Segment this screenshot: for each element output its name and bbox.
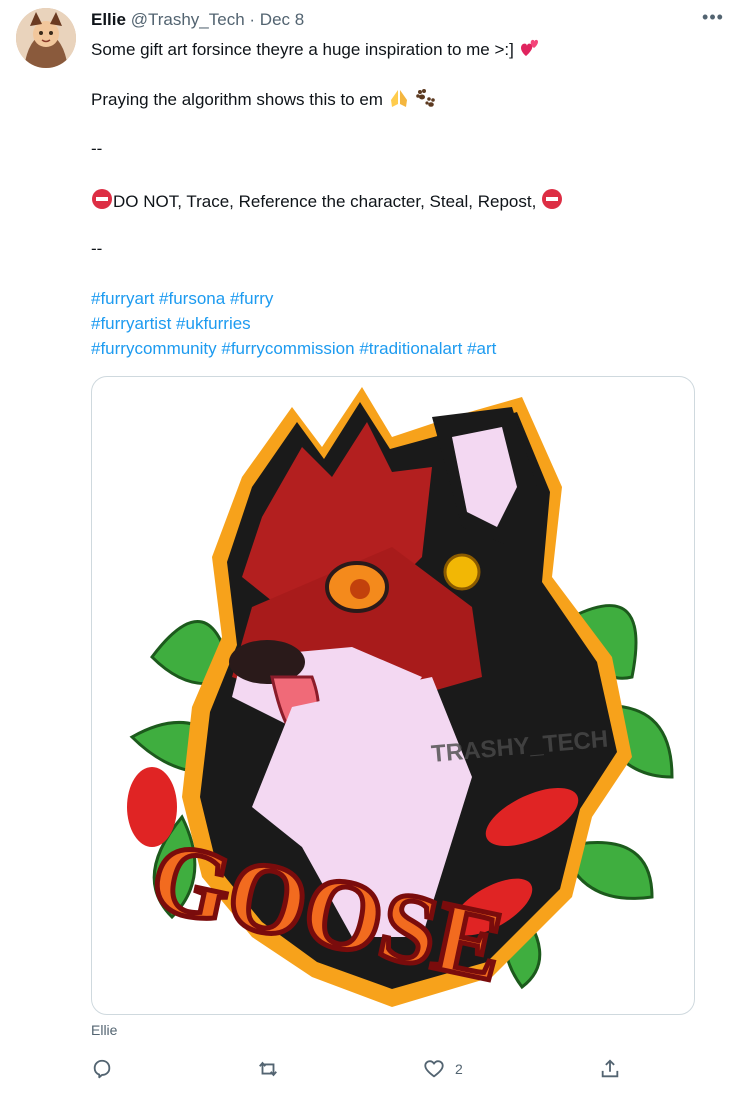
- reply-button[interactable]: [91, 1057, 123, 1081]
- tweet-text-line-2: Praying the algorithm shows this to em: [91, 88, 436, 114]
- hashtag-link[interactable]: #furrycommunity: [91, 339, 217, 358]
- hashtag-link[interactable]: #furrycommission: [221, 339, 354, 358]
- tweet-warning-text: DO NOT, Trace, Reference the character, …: [113, 192, 537, 211]
- hashtag-link[interactable]: #furryartist: [91, 314, 171, 333]
- image-credit: Ellie: [91, 1022, 118, 1038]
- avatar-image: [16, 8, 76, 68]
- author-avatar[interactable]: [16, 8, 76, 68]
- artwork-illustration: TRASHY_TECH GOOSE: [127, 387, 674, 1007]
- author-handle[interactable]: @Trashy_Tech: [131, 10, 245, 29]
- author-name[interactable]: Ellie: [91, 10, 126, 29]
- tweet-text-line-1: Some gift art forsince theyre a huge ins…: [91, 38, 541, 64]
- hashtag-link[interactable]: #ukfurries: [176, 314, 251, 333]
- hashtag-link[interactable]: #furryart: [91, 289, 154, 308]
- tweet-header: Ellie @Trashy_Tech · Dec 8: [91, 10, 304, 30]
- share-icon: [601, 1059, 619, 1078]
- tweet-media-image[interactable]: TRASHY_TECH GOOSE: [91, 376, 695, 1015]
- sparkling-heart-emoji: [519, 38, 541, 64]
- reply-icon: [93, 1059, 111, 1079]
- like-icon: [424, 1060, 444, 1078]
- retweet-icon: [259, 1061, 277, 1077]
- no-entry-emoji: [91, 188, 113, 216]
- no-entry-emoji: [541, 188, 563, 216]
- like-button[interactable]: 2: [423, 1057, 463, 1081]
- more-icon[interactable]: •••: [700, 8, 726, 32]
- ear-stud: [443, 553, 481, 591]
- tweet-date[interactable]: Dec 8: [260, 10, 304, 29]
- hashtag-link[interactable]: #fursona: [159, 289, 225, 308]
- tweet-text-prayer: Praying the algorithm shows this to em: [91, 90, 383, 109]
- praying-hands-emoji: [388, 88, 410, 114]
- paw-prints-emoji: [414, 88, 436, 114]
- tweet-divider-2: --: [91, 239, 103, 258]
- hashtags-line-3: #furrycommunity #furrycommission #tradit…: [91, 338, 496, 360]
- hashtags-line-1: #furryart #fursona #furry: [91, 288, 273, 310]
- tweet-text-intro: Some gift art forsince theyre a huge ins…: [91, 40, 514, 59]
- hashtags-line-2: #furryartist #ukfurries: [91, 313, 251, 335]
- hashtag-link[interactable]: #art: [467, 339, 496, 358]
- hashtag-link[interactable]: #furry: [230, 289, 273, 308]
- share-button[interactable]: [599, 1057, 631, 1081]
- retweet-button[interactable]: [257, 1057, 289, 1081]
- tweet-divider-1: --: [91, 139, 103, 158]
- tweet-warning-line: DO NOT, Trace, Reference the character, …: [91, 188, 563, 216]
- like-count: 2: [455, 1061, 463, 1077]
- separator-dot: ·: [249, 10, 256, 29]
- hashtag-link[interactable]: #traditionalart: [359, 339, 462, 358]
